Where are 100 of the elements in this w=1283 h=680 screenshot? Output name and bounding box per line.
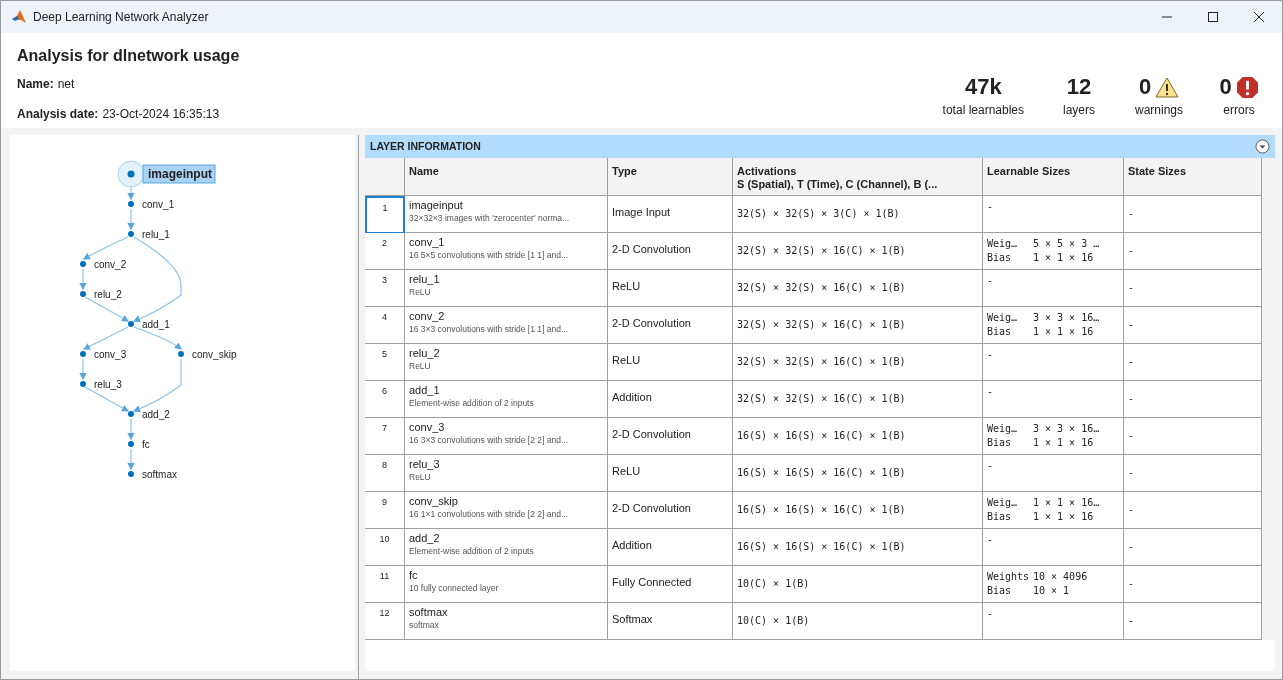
node-label[interactable]: relu_2 <box>94 289 122 300</box>
learnable-name: Weig… <box>987 237 1019 251</box>
row-number-cell[interactable]: 1 <box>365 196 405 233</box>
node-dot[interactable] <box>128 471 134 477</box>
row-number-cell[interactable]: 8 <box>365 455 405 492</box>
row-number-cell[interactable]: 12 <box>365 603 405 640</box>
state-size: - <box>1128 504 1135 515</box>
activation-size: 10(C) × 1(B) <box>737 615 810 626</box>
layer-type: Softmax <box>612 613 653 625</box>
stat-label: warnings <box>1135 102 1183 119</box>
node-dot[interactable] <box>128 231 134 237</box>
row-number-cell[interactable]: 9 <box>365 492 405 529</box>
learnable-size: - <box>987 533 995 547</box>
layer-description: 16 3×3 convolutions with stride [2 2] and... <box>409 434 569 447</box>
row-number-cell[interactable]: 10 <box>365 529 405 566</box>
edge-arrow <box>127 448 135 471</box>
activation-size: 10(C) × 1(B) <box>737 578 810 589</box>
node-label[interactable]: conv_1 <box>142 199 175 210</box>
learnable-size: 1 × 1 × 16 <box>1033 325 1094 339</box>
node-label[interactable]: conv_2 <box>94 259 127 270</box>
node-dot[interactable] <box>80 291 86 297</box>
node-dot[interactable] <box>80 351 86 357</box>
layer-name: relu_2 <box>409 347 441 360</box>
stat-label: layers <box>1063 102 1095 119</box>
layer-name: conv_skip <box>409 495 459 508</box>
node-label[interactable]: fc <box>142 439 150 450</box>
layer-type: 2-D Convolution <box>612 317 691 329</box>
column-header[interactable]: State Sizes <box>1124 158 1262 196</box>
layer-name: fc <box>409 569 419 582</box>
learnable-size: 1 × 1 × 16 <box>1033 436 1094 450</box>
row-number-cell[interactable]: 11 <box>365 566 405 603</box>
learnable-size: 3 × 3 × 16… <box>1033 311 1100 325</box>
layer-name: add_2 <box>409 532 441 545</box>
layer-name: add_1 <box>409 384 441 397</box>
stat-value: 47k <box>964 74 1002 100</box>
column-header[interactable]: Activations S (Spatial), T (Time), C (Channel), B (... <box>733 158 983 196</box>
node-dot[interactable] <box>128 321 134 327</box>
date-label: Analysis date: <box>17 106 99 123</box>
column-header[interactable]: Type <box>608 158 733 196</box>
dropdown-icon[interactable] <box>1255 139 1270 154</box>
layer-name: relu_3 <box>409 458 441 471</box>
learnable-size: 10 × 1 <box>1033 584 1070 598</box>
learnable-size: - <box>987 200 995 214</box>
layer-name: conv_3 <box>409 421 446 434</box>
row-number-cell[interactable]: 4 <box>365 307 405 344</box>
row-number-cell[interactable]: 7 <box>365 418 405 455</box>
stat-value: 0 <box>1219 74 1232 100</box>
learnable-name: Weig… <box>987 311 1019 325</box>
node-label[interactable]: conv_skip <box>192 349 237 360</box>
name-label: Name: <box>17 76 54 93</box>
column-header[interactable]: Name <box>405 158 608 196</box>
learnable-name: Bias <box>987 436 1013 450</box>
state-size: - <box>1128 541 1135 552</box>
state-size: - <box>1128 282 1135 293</box>
node-dot[interactable] <box>80 381 86 387</box>
analysis-title: Analysis for dlnetwork usage <box>17 46 240 66</box>
layer-description: Element-wise addition of 2 inputs <box>409 397 535 410</box>
layer-type: Image Input <box>612 206 671 218</box>
node-dot[interactable] <box>128 441 134 447</box>
stat-value: 0 <box>1138 74 1152 100</box>
learnable-size: 5 × 5 × 3 … <box>1033 237 1100 251</box>
state-size: - <box>1128 356 1135 367</box>
layer-type: ReLU <box>612 280 641 292</box>
state-size: - <box>1128 430 1135 441</box>
error-icon <box>1235 75 1259 99</box>
activation-size: 32(S) × 32(S) × 3(C) × 1(B) <box>737 208 900 219</box>
node-dot[interactable] <box>128 201 134 207</box>
node-dot[interactable] <box>128 411 134 417</box>
learnable-name: Weig… <box>987 496 1019 510</box>
learnable-name: Weig… <box>987 422 1019 436</box>
table-corner-cell <box>365 158 405 196</box>
layer-description: ReLU <box>409 360 432 373</box>
column-header[interactable]: Learnable Sizes <box>983 158 1124 196</box>
node-dot[interactable] <box>80 261 86 267</box>
node-label[interactable]: relu_1 <box>142 229 170 240</box>
layer-name: relu_1 <box>409 273 441 286</box>
row-number-cell[interactable]: 3 <box>365 270 405 307</box>
row-number-cell[interactable]: 2 <box>365 233 405 270</box>
learnable-name: Bias <box>987 251 1013 265</box>
node-label[interactable]: softmax <box>142 469 177 480</box>
layer-type: 2-D Convolution <box>612 502 691 514</box>
activation-size: 32(S) × 32(S) × 16(C) × 1(B) <box>737 356 906 367</box>
learnable-name: Bias <box>987 510 1013 524</box>
learnable-size: 10 × 4096 <box>1033 570 1088 584</box>
row-number-cell[interactable]: 5 <box>365 344 405 381</box>
learnable-size: - <box>987 607 995 621</box>
window-title: Deep Learning Network Analyzer <box>33 9 209 26</box>
activation-size: 16(S) × 16(S) × 16(C) × 1(B) <box>737 430 906 441</box>
activation-size: 32(S) × 32(S) × 16(C) × 1(B) <box>737 245 906 256</box>
node-label[interactable]: add_1 <box>142 319 170 330</box>
layer-description: Element-wise addition of 2 inputs <box>409 545 535 558</box>
learnable-size: 3 × 3 × 16… <box>1033 422 1100 436</box>
row-number-cell[interactable]: 6 <box>365 381 405 418</box>
node-dot[interactable] <box>178 351 184 357</box>
node-highlight[interactable] <box>117 160 145 188</box>
node-label[interactable]: imageinput <box>148 167 212 181</box>
node-label[interactable]: conv_3 <box>94 349 127 360</box>
node-label[interactable]: relu_3 <box>94 379 122 390</box>
activation-size: 32(S) × 32(S) × 16(C) × 1(B) <box>737 282 906 293</box>
node-label[interactable]: add_2 <box>142 409 170 420</box>
